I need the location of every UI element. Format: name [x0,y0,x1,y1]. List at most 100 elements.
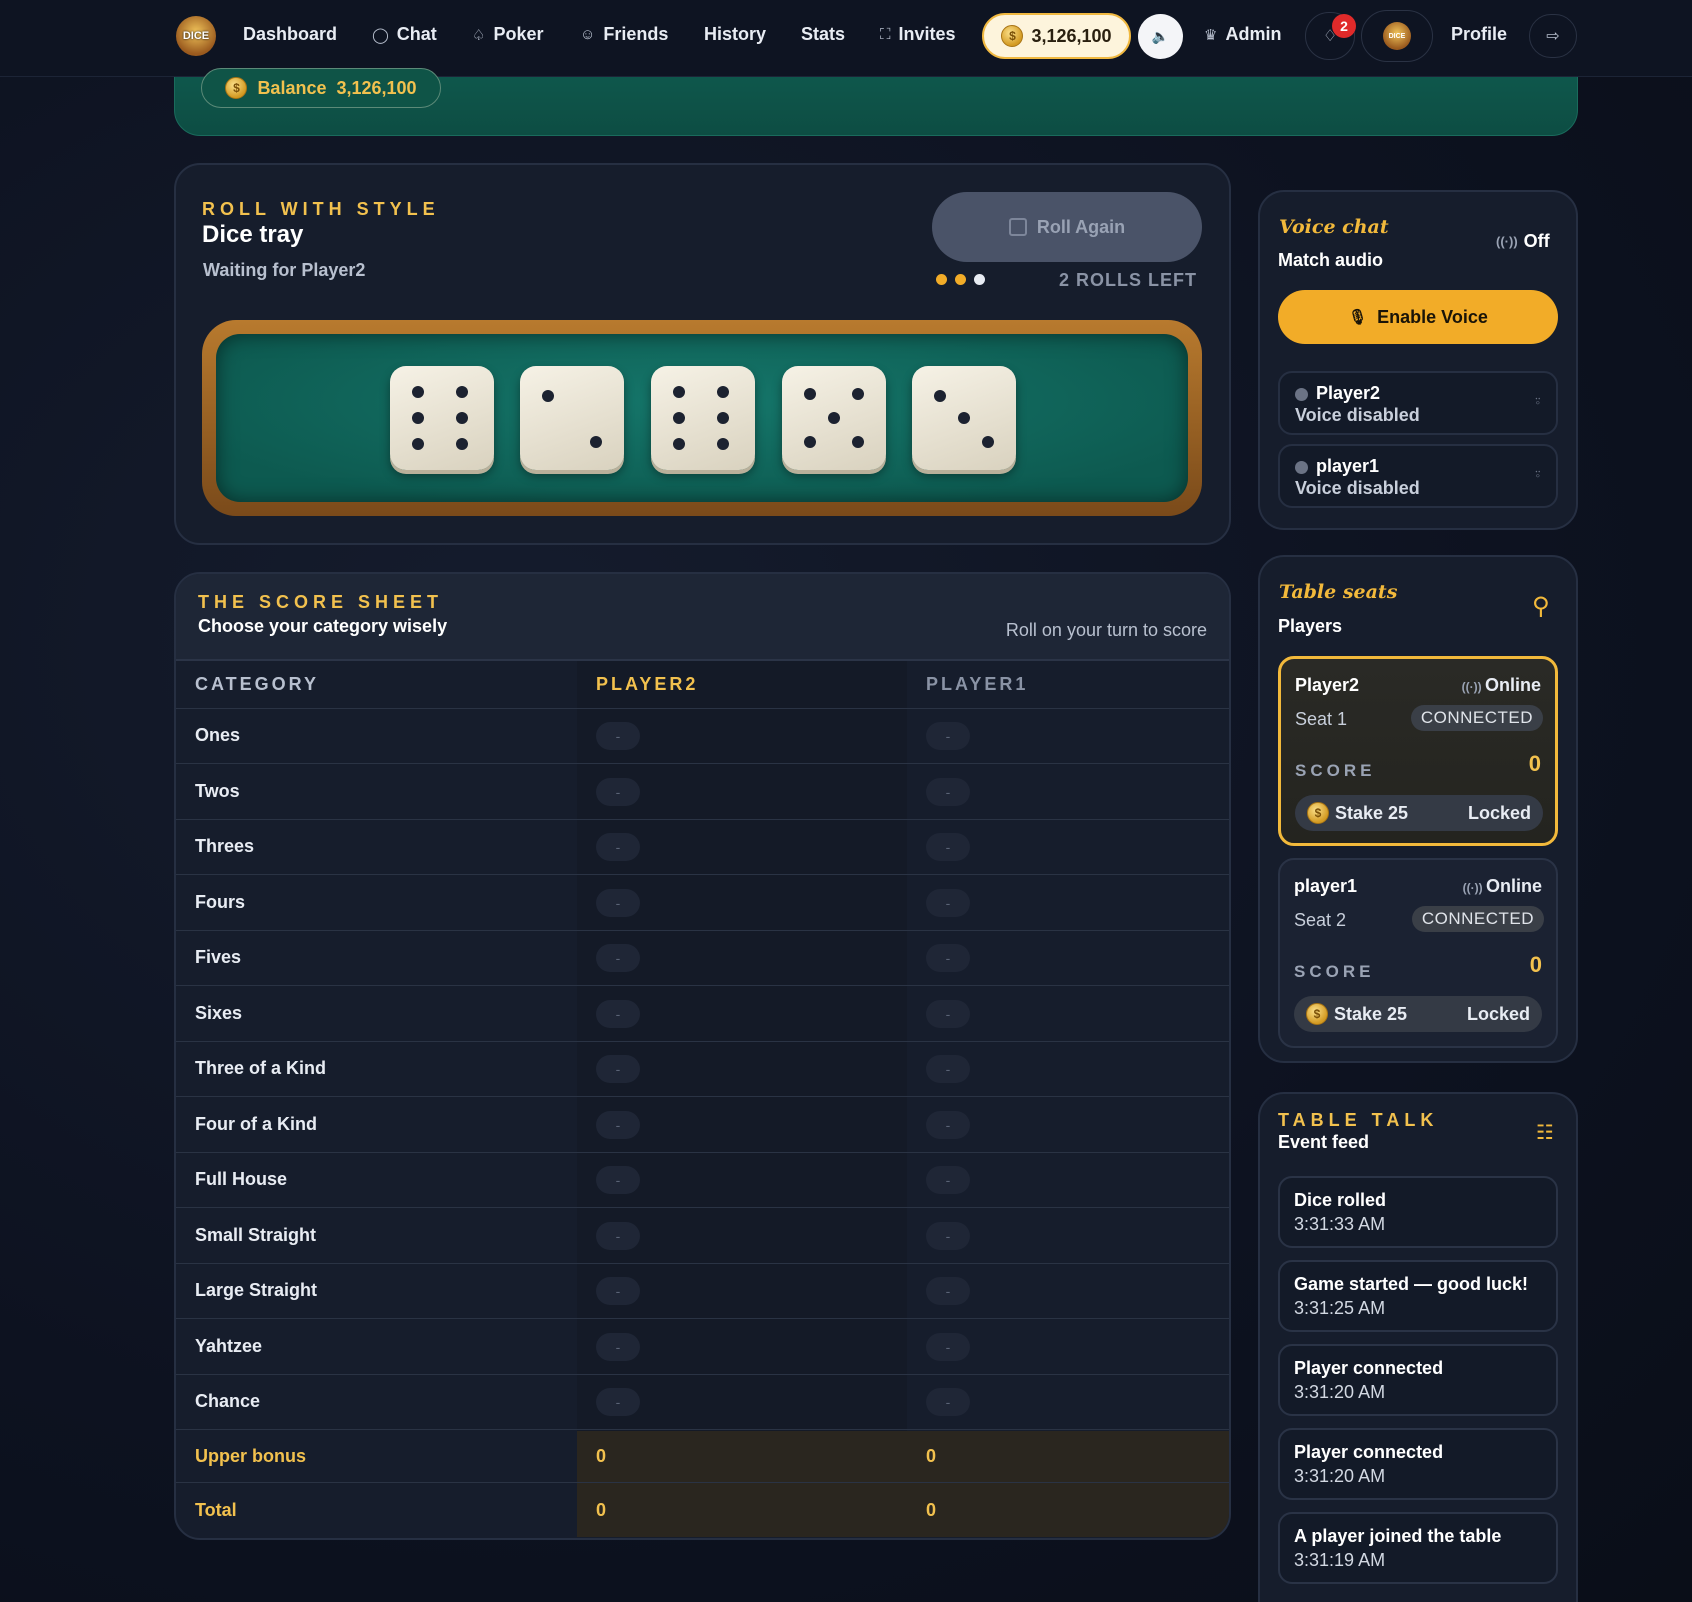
nav-invites[interactable]: ⛶ Invites [880,24,956,45]
score-row[interactable]: Chance - - [176,1375,1229,1430]
player2-score-cell[interactable]: - [596,1277,640,1305]
player1-score-cell: - [926,1221,970,1250]
online-label: Online [1484,675,1541,695]
score-category: Ones [195,725,241,745]
die-pip [717,412,729,424]
stake-bar: $ Stake 25 Locked [1294,996,1542,1032]
stake-label: Stake 25 [1334,1003,1408,1024]
participant-status: Voice disabled [1295,405,1420,425]
online-status: ((·)) Online [1462,675,1541,696]
event-item: A player joined the table 3:31:19 AM [1278,1512,1558,1584]
table-seats-title: Players [1278,616,1343,636]
participant-name: player1 [1316,456,1380,476]
player1-score-cell: - [926,1388,970,1416]
nav-dashboard[interactable]: Dashboard [243,24,337,45]
event-text: Dice rolled [1294,1190,1387,1210]
roll-dot [955,274,966,285]
nav-poker-label: Poker [493,24,544,44]
score-row[interactable]: Fours - - [176,876,1229,931]
die-pip [456,438,468,450]
player2-score-cell[interactable]: - [596,722,640,750]
die-1[interactable] [390,366,494,470]
score-row[interactable]: Threes - - [176,820,1229,875]
score-row[interactable]: Small Straight - - [176,1209,1229,1264]
gamepad-icon: ⛶ [880,26,891,43]
voice-status-label: Off [1523,231,1550,251]
seat-number: Seat 2 [1294,910,1347,930]
event-time: 3:31:33 AM [1294,1214,1386,1234]
enable-voice-label: Enable Voice [1377,306,1488,327]
die-3[interactable] [651,366,755,470]
player2-score-cell[interactable]: - [596,1221,640,1250]
coin-icon: $ [1307,802,1329,824]
trophy-icon: ⚲ [1532,593,1550,620]
online-status: ((·)) Online [1463,876,1542,897]
player2-score-cell[interactable]: - [596,1166,640,1194]
seat-card-player2[interactable]: Player2 ((·)) Online Seat 1 CONNECTED SC… [1278,656,1558,846]
enable-voice-button[interactable]: 🎙 Enable Voice [1278,290,1558,344]
event-text: Player connected [1294,1358,1444,1378]
score-row[interactable]: Yahtzee - - [176,1320,1229,1375]
player2-score-cell[interactable]: - [596,999,640,1028]
nav-poker[interactable]: ♤ Poker [472,24,543,45]
die-2[interactable] [520,366,624,470]
avatar: DICE [1383,22,1411,50]
die-pip [590,436,602,448]
player2-score-cell[interactable]: - [596,1055,640,1083]
nav-stats[interactable]: Stats [801,24,845,45]
seat-player-name: player1 [1294,876,1358,896]
player2-score-cell[interactable]: - [596,944,640,972]
score-row[interactable]: Full House - - [176,1153,1229,1208]
table-talk-eyebrow: TABLE TALK [1278,1110,1439,1130]
stake-status: Locked [1467,802,1531,823]
nav-chat-label: Chat [396,24,437,44]
status-dot [1295,388,1308,401]
player2-score-cell[interactable]: - [596,888,640,917]
event-time: 3:31:19 AM [1294,1550,1386,1570]
player2-score-cell[interactable]: - [596,833,640,861]
player1-score-cell: - [926,1277,970,1305]
roll-dot [936,274,947,285]
microphone-icon: ⍤ [1533,393,1542,409]
nav-admin-label: Admin [1225,24,1282,44]
dice-logo[interactable]: DICE [176,16,216,56]
score-sheet-panel: THE SCORE SHEET Choose your category wis… [174,572,1231,1540]
die-4[interactable] [782,366,886,470]
score-row[interactable]: Three of a Kind - - [176,1042,1229,1097]
nav-profile[interactable]: Profile [1451,24,1507,45]
score-row[interactable]: Large Straight - - [176,1264,1229,1319]
seat-card-player1[interactable]: player1 ((·)) Online Seat 2 CONNECTED SC… [1278,858,1558,1048]
roll-again-button[interactable]: Roll Again [932,192,1202,262]
score-row[interactable]: Sixes - - [176,987,1229,1042]
nav-invites-label: Invites [898,24,956,44]
nav-admin[interactable]: ♛ Admin [1204,24,1281,45]
score-row[interactable]: Twos - - [176,765,1229,820]
avatar-button[interactable]: DICE [1361,10,1433,62]
nav-history[interactable]: History [704,24,766,45]
nav-profile-label: Profile [1451,24,1508,44]
nav-chat[interactable]: ◯ Chat [372,24,437,45]
balance-pill: $ Balance 3,126,100 [201,68,441,108]
logout-button[interactable]: ⇨ [1529,14,1577,58]
logo-text: DICE [182,30,210,42]
mute-button[interactable]: 🔈 [1138,14,1183,59]
upper-bonus-row: Upper bonus 0 0 [176,1431,1229,1483]
player2-score-cell[interactable]: - [596,1110,640,1139]
die-5[interactable] [912,366,1016,470]
score-category: Small Straight [195,1224,317,1245]
nav-friends[interactable]: ☺ Friends [580,24,668,45]
score-row[interactable]: Ones - - [176,709,1229,764]
score-row[interactable]: Fives - - [176,931,1229,986]
score-value: 0 [1529,952,1542,977]
player1-score-cell: - [926,1110,970,1139]
connection-badge: CONNECTED [1410,705,1543,731]
coin-balance-pill[interactable]: $3,126,100 [982,13,1131,59]
die-pip [982,436,994,448]
player2-score-cell[interactable]: - [596,1332,640,1361]
connection-badge: CONNECTED [1411,906,1544,932]
balance-label: Balance [257,77,327,98]
score-row[interactable]: Four of a Kind - - [176,1098,1229,1153]
player2-score-cell[interactable]: - [596,1388,640,1416]
player2-score-cell[interactable]: - [596,777,640,806]
voice-chat-eyebrow: Voice chat [1279,216,1389,238]
